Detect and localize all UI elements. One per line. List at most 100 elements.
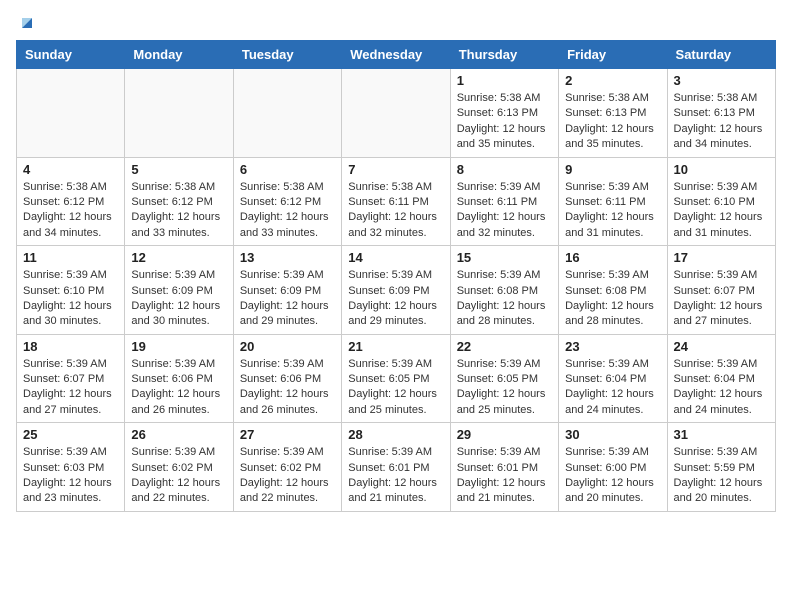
day-number: 3: [674, 73, 769, 88]
day-info: Sunrise: 5:39 AMSunset: 6:08 PMDaylight:…: [457, 268, 552, 330]
day-number: 22: [457, 339, 552, 354]
calendar-cell: 22 Sunrise: 5:39 AMSunset: 6:05 PMDayligh…: [450, 334, 558, 423]
calendar-cell: 24 Sunrise: 5:39 AMSunset: 6:04 PMDayligh…: [667, 334, 775, 423]
day-number: 24: [674, 339, 769, 354]
day-info: Sunrise: 5:39 AMSunset: 6:00 PMDaylight:…: [565, 445, 660, 507]
weekday-header-wednesday: Wednesday: [342, 41, 450, 69]
day-number: 12: [131, 250, 226, 265]
day-info: Sunrise: 5:39 AMSunset: 6:05 PMDaylight:…: [457, 357, 552, 419]
day-info: Sunrise: 5:39 AMSunset: 6:10 PMDaylight:…: [674, 180, 769, 242]
calendar-cell: 7 Sunrise: 5:38 AMSunset: 6:11 PMDaylight…: [342, 157, 450, 246]
day-number: 25: [23, 427, 118, 442]
day-info: Sunrise: 5:39 AMSunset: 6:01 PMDaylight:…: [348, 445, 443, 507]
day-info: Sunrise: 5:39 AMSunset: 5:59 PMDaylight:…: [674, 445, 769, 507]
calendar-cell: 16 Sunrise: 5:39 AMSunset: 6:08 PMDayligh…: [559, 246, 667, 335]
calendar-cell: 6Sunrise: 5:38 AMSunset: 6:12 PMDaylight…: [233, 157, 341, 246]
day-info: Sunrise: 5:39 AMSunset: 6:02 PMDaylight:…: [131, 445, 226, 507]
weekday-header-saturday: Saturday: [667, 41, 775, 69]
day-number: 11: [23, 250, 118, 265]
calendar-cell: 5 Sunrise: 5:38 AMSunset: 6:12 PMDaylight…: [125, 157, 233, 246]
day-number: 14: [348, 250, 443, 265]
logo: [16, 16, 36, 32]
day-info: Sunrise: 5:38 AMSunset: 6:13 PMDaylight:…: [674, 91, 769, 153]
day-info: Sunrise: 5:39 AMSunset: 6:03 PMDaylight:…: [23, 445, 118, 507]
weekday-header-thursday: Thursday: [450, 41, 558, 69]
calendar-cell: 19Sunrise: 5:39 AMSunset: 6:06 PMDayligh…: [125, 334, 233, 423]
day-info: Sunrise: 5:39 AMSunset: 6:07 PMDaylight:…: [23, 357, 118, 419]
calendar-cell: 20 Sunrise: 5:39 AMSunset: 6:06 PMDayligh…: [233, 334, 341, 423]
day-number: 19: [131, 339, 226, 354]
calendar-cell: 8 Sunrise: 5:39 AMSunset: 6:11 PMDaylight…: [450, 157, 558, 246]
day-number: 21: [348, 339, 443, 354]
day-info: Sunrise: 5:38 AMSunset: 6:11 PMDaylight:…: [348, 180, 443, 242]
day-number: 10: [674, 162, 769, 177]
day-number: 23: [565, 339, 660, 354]
calendar-cell: 13 Sunrise: 5:39 AMSunset: 6:09 PMDayligh…: [233, 246, 341, 335]
calendar-week-3: 11 Sunrise: 5:39 AMSunset: 6:10 PMDayligh…: [17, 246, 776, 335]
day-number: 26: [131, 427, 226, 442]
day-number: 16: [565, 250, 660, 265]
calendar-cell: 15 Sunrise: 5:39 AMSunset: 6:08 PMDayligh…: [450, 246, 558, 335]
day-info: Sunrise: 5:39 AMSunset: 6:01 PMDaylight:…: [457, 445, 552, 507]
day-number: 31: [674, 427, 769, 442]
calendar-header-row: SundayMondayTuesdayWednesdayThursdayFrid…: [17, 41, 776, 69]
calendar-week-1: 1Sunrise: 5:38 AMSunset: 6:13 PMDaylight…: [17, 69, 776, 158]
day-number: 7: [348, 162, 443, 177]
calendar: SundayMondayTuesdayWednesdayThursdayFrid…: [16, 40, 776, 512]
calendar-cell: 12 Sunrise: 5:39 AMSunset: 6:09 PMDayligh…: [125, 246, 233, 335]
day-info: Sunrise: 5:39 AMSunset: 6:09 PMDaylight:…: [348, 268, 443, 330]
day-number: 9: [565, 162, 660, 177]
day-number: 2: [565, 73, 660, 88]
calendar-cell: 30 Sunrise: 5:39 AMSunset: 6:00 PMDayligh…: [559, 423, 667, 512]
calendar-cell: 29Sunrise: 5:39 AMSunset: 6:01 PMDayligh…: [450, 423, 558, 512]
calendar-cell: 23 Sunrise: 5:39 AMSunset: 6:04 PMDayligh…: [559, 334, 667, 423]
calendar-week-4: 18Sunrise: 5:39 AMSunset: 6:07 PMDayligh…: [17, 334, 776, 423]
day-info: Sunrise: 5:39 AMSunset: 6:07 PMDaylight:…: [674, 268, 769, 330]
day-info: Sunrise: 5:38 AMSunset: 6:13 PMDaylight:…: [457, 91, 552, 153]
day-info: Sunrise: 5:39 AMSunset: 6:09 PMDaylight:…: [240, 268, 335, 330]
day-info: Sunrise: 5:39 AMSunset: 6:04 PMDaylight:…: [565, 357, 660, 419]
day-info: Sunrise: 5:39 AMSunset: 6:11 PMDaylight:…: [457, 180, 552, 242]
calendar-week-5: 25 Sunrise: 5:39 AMSunset: 6:03 PMDayligh…: [17, 423, 776, 512]
calendar-cell: [125, 69, 233, 158]
day-info: Sunrise: 5:39 AMSunset: 6:02 PMDaylight:…: [240, 445, 335, 507]
day-number: 13: [240, 250, 335, 265]
day-info: Sunrise: 5:39 AMSunset: 6:04 PMDaylight:…: [674, 357, 769, 419]
calendar-cell: 4Sunrise: 5:38 AMSunset: 6:12 PMDaylight…: [17, 157, 125, 246]
day-number: 4: [23, 162, 118, 177]
day-info: Sunrise: 5:39 AMSunset: 6:08 PMDaylight:…: [565, 268, 660, 330]
logo-triangle-icon: [18, 14, 36, 32]
calendar-cell: 21Sunrise: 5:39 AMSunset: 6:05 PMDayligh…: [342, 334, 450, 423]
calendar-cell: 27Sunrise: 5:39 AMSunset: 6:02 PMDayligh…: [233, 423, 341, 512]
calendar-cell: [17, 69, 125, 158]
day-info: Sunrise: 5:38 AMSunset: 6:13 PMDaylight:…: [565, 91, 660, 153]
calendar-cell: 1Sunrise: 5:38 AMSunset: 6:13 PMDaylight…: [450, 69, 558, 158]
weekday-header-sunday: Sunday: [17, 41, 125, 69]
calendar-cell: 2 Sunrise: 5:38 AMSunset: 6:13 PMDaylight…: [559, 69, 667, 158]
calendar-cell: 25 Sunrise: 5:39 AMSunset: 6:03 PMDayligh…: [17, 423, 125, 512]
day-info: Sunrise: 5:38 AMSunset: 6:12 PMDaylight:…: [131, 180, 226, 242]
calendar-cell: 14 Sunrise: 5:39 AMSunset: 6:09 PMDayligh…: [342, 246, 450, 335]
day-info: Sunrise: 5:39 AMSunset: 6:06 PMDaylight:…: [240, 357, 335, 419]
calendar-cell: 28Sunrise: 5:39 AMSunset: 6:01 PMDayligh…: [342, 423, 450, 512]
day-number: 30: [565, 427, 660, 442]
day-number: 20: [240, 339, 335, 354]
calendar-cell: 11 Sunrise: 5:39 AMSunset: 6:10 PMDayligh…: [17, 246, 125, 335]
calendar-cell: 18Sunrise: 5:39 AMSunset: 6:07 PMDayligh…: [17, 334, 125, 423]
day-number: 17: [674, 250, 769, 265]
weekday-header-friday: Friday: [559, 41, 667, 69]
calendar-cell: 17 Sunrise: 5:39 AMSunset: 6:07 PMDayligh…: [667, 246, 775, 335]
day-info: Sunrise: 5:39 AMSunset: 6:10 PMDaylight:…: [23, 268, 118, 330]
calendar-cell: 31 Sunrise: 5:39 AMSunset: 5:59 PMDayligh…: [667, 423, 775, 512]
weekday-header-monday: Monday: [125, 41, 233, 69]
calendar-cell: [342, 69, 450, 158]
calendar-cell: [233, 69, 341, 158]
day-number: 8: [457, 162, 552, 177]
day-number: 5: [131, 162, 226, 177]
day-number: 15: [457, 250, 552, 265]
calendar-week-2: 4 Sunrise: 5:38 AMSunset: 6:12 PMDaylight…: [17, 157, 776, 246]
day-info: Sunrise: 5:39 AMSunset: 6:11 PMDaylight:…: [565, 180, 660, 242]
day-info: Sunrise: 5:39 AMSunset: 6:09 PMDaylight:…: [131, 268, 226, 330]
calendar-cell: 3 Sunrise: 5:38 AMSunset: 6:13 PMDaylight…: [667, 69, 775, 158]
header: [16, 16, 776, 32]
